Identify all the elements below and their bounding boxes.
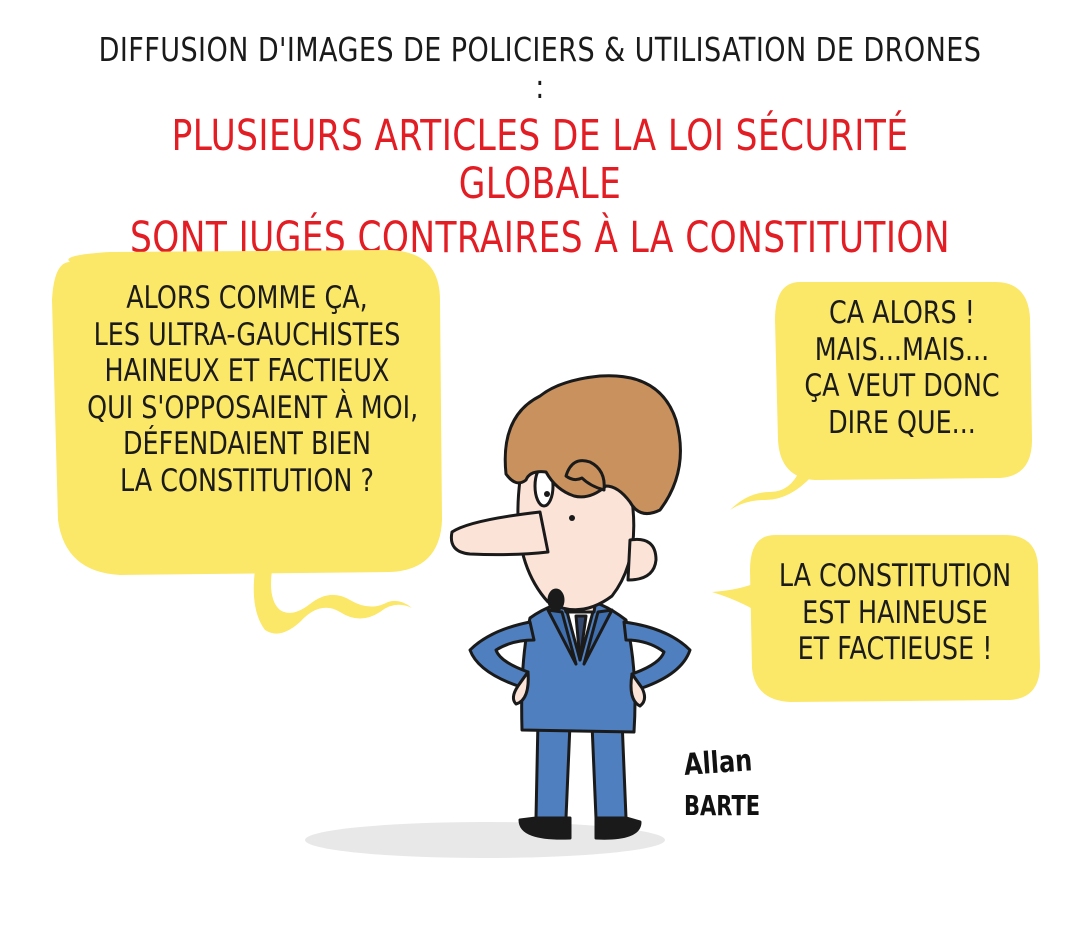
mouth [547, 588, 565, 612]
left-bubble-text: Alors comme ça, les ultra-gauchistes hai… [87, 280, 419, 499]
right-top-bubble-line: dire que... [828, 404, 976, 441]
right-top-bubble-text: Ca alors ! Mais...mais... ça veut donc d… [804, 295, 1001, 441]
nose [449, 510, 550, 557]
artist-signature: Allan BARTE [683, 743, 784, 822]
right-leg [590, 718, 628, 820]
left-bubble-line: la Constitution ? [120, 462, 374, 499]
signature-last: BARTE [684, 789, 761, 822]
left-bubble-line: Alors comme ça, [126, 280, 368, 316]
right-bottom-bubble-line: La Constitution [778, 558, 1012, 594]
left-bubble-line: les ultra-gauchistes [93, 316, 401, 353]
right-bottom-bubble-text: La Constitution est haineuse et factieus… [778, 558, 1013, 668]
right-top-bubble-line: ça veut donc [804, 368, 1000, 405]
ear [626, 537, 658, 582]
left-bubble-line: défendaient bien [122, 426, 372, 463]
right-bottom-bubble-line: est haineuse [802, 594, 988, 631]
right-bottom-bubble-line: et factieuse ! [797, 631, 993, 668]
right-pupil [569, 515, 575, 521]
left-bubble-line: qui s'opposaient à moi, [87, 389, 419, 426]
left-pupil [544, 491, 550, 497]
signature-first: Allan [682, 743, 754, 783]
right-top-bubble-line: Ca alors ! [829, 295, 975, 331]
cartoon-canvas: Diffusion d'images de policiers & utilis… [0, 0, 1080, 934]
character-macron [449, 374, 692, 840]
right-top-bubble-line: Mais...mais... [814, 331, 990, 368]
left-bubble-line: haineux et factieux [104, 353, 390, 390]
left-leg [534, 718, 572, 820]
